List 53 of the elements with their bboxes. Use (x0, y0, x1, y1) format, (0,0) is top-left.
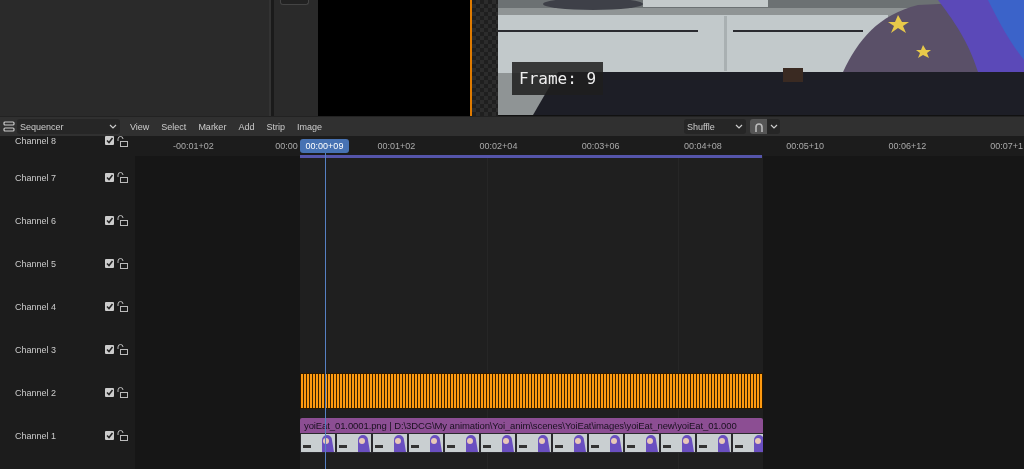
visibility-checkbox[interactable] (105, 259, 114, 268)
menu-item[interactable]: Strip (266, 121, 285, 132)
caret-icon (735, 123, 743, 130)
playhead-label[interactable]: 00:00+09 (300, 139, 349, 153)
snapping-dropdown[interactable] (767, 119, 780, 134)
menu-item[interactable]: View (130, 121, 150, 132)
channel-name: Channel 3 (15, 344, 58, 355)
frame-overlay: Frame: 9 (512, 62, 604, 95)
input-field[interactable] (280, 0, 310, 5)
visibility-checkbox[interactable] (105, 173, 114, 182)
menu-item[interactable]: Select (161, 121, 187, 132)
lock-icon[interactable] (117, 172, 128, 183)
channel-name: Channel 6 (15, 215, 58, 226)
lock-icon[interactable] (117, 387, 128, 398)
caret-icon (769, 123, 778, 130)
editor-dropdown[interactable]: Sequencer (17, 119, 120, 134)
sound-strip[interactable] (300, 373, 763, 409)
magnet-icon (752, 120, 765, 133)
visibility-checkbox[interactable] (105, 345, 114, 354)
lock-icon[interactable] (117, 136, 128, 147)
caret-icon (109, 123, 117, 130)
time-label: 00:07+1 (990, 141, 1023, 151)
visibility-checkbox[interactable] (105, 388, 114, 397)
visibility-checkbox[interactable] (105, 431, 114, 440)
lock-icon[interactable] (117, 344, 128, 355)
menu-item[interactable]: Marker (198, 121, 227, 132)
channel-name: Channel 2 (15, 387, 58, 398)
time-label: 00:06+12 (888, 141, 927, 151)
time-label: 00:02+04 (479, 141, 518, 151)
channel-name: Channel 8 (15, 136, 58, 146)
time-label: 00:01+02 (377, 141, 416, 151)
snapping-toggle[interactable] (750, 119, 767, 134)
menu-item[interactable]: Add (238, 121, 255, 132)
time-label: 00:04+08 (684, 141, 722, 151)
menu-item[interactable]: Image (296, 121, 322, 132)
channel-name: Channel 1 (15, 430, 58, 441)
time-label: 00:03+06 (581, 141, 620, 151)
visibility-checkbox[interactable] (105, 216, 114, 225)
lock-icon[interactable] (117, 258, 128, 269)
channel-name: Channel 4 (15, 301, 58, 312)
visibility-checkbox[interactable] (105, 136, 114, 145)
time-label: -00:01+02 (173, 141, 214, 151)
overlap-mode-dropdown[interactable]: Shuffle (684, 119, 746, 134)
channel-name: Channel 5 (15, 258, 58, 269)
sequencer-icon[interactable] (3, 120, 15, 133)
channel-name: Channel 7 (15, 172, 58, 183)
lock-icon[interactable] (117, 301, 128, 312)
visibility-checkbox[interactable] (105, 302, 114, 311)
strip-label: yoiEat_01.0001.png | D:\3DCG\My animation\Yoi_anim\scenes\YoiEat\images\yoiEat_new\yoiEat_01.000 (300, 418, 763, 433)
lock-icon[interactable] (117, 430, 128, 441)
time-label: 00:05+10 (786, 141, 824, 151)
time-label: 00:00 (275, 141, 298, 151)
lock-icon[interactable] (117, 215, 128, 226)
